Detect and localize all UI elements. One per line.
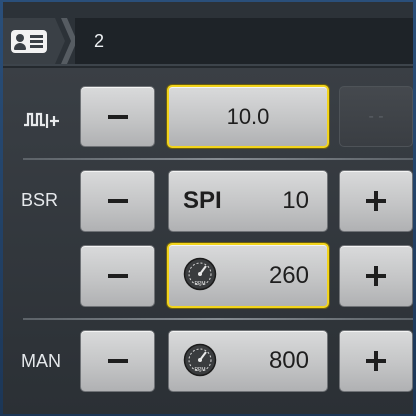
breadcrumb-home[interactable] <box>3 18 65 64</box>
settings-panel: 10.0 - - BSR SPI 10 RPM 260 MAN RPM 800 <box>3 68 413 414</box>
pulse-value: 10.0 <box>226 103 270 129</box>
bsr-spi-field[interactable]: SPI 10 <box>168 170 328 232</box>
svg-text:RPM: RPM <box>194 281 205 287</box>
screen: 2 10.0 - - BSR SPI 10 RPM 260 MAN RPM 80… <box>3 2 413 414</box>
minus-icon <box>107 359 128 363</box>
bsr-label: BSR <box>21 190 59 210</box>
header-divider <box>3 64 413 66</box>
pulse-value-field[interactable]: 10.0 <box>167 85 329 148</box>
minus-icon <box>107 114 128 119</box>
window-frame: 2 10.0 - - BSR SPI 10 RPM 260 MAN RPM 80… <box>0 0 416 416</box>
spi-value: 10 <box>282 187 309 214</box>
minus-icon <box>107 199 128 203</box>
bsr-rpm-field[interactable]: RPM 260 <box>167 243 329 308</box>
man-label: MAN <box>21 351 61 371</box>
spi-label: SPI <box>183 187 222 214</box>
breadcrumb-current: 2 <box>94 31 105 51</box>
man-value: 800 <box>268 347 309 374</box>
bsr-spi-plus-button[interactable] <box>339 170 413 232</box>
man-rpm-field[interactable]: RPM 800 <box>168 330 328 392</box>
minus-icon <box>107 274 128 278</box>
pulse-plus-button-disabled: - - <box>339 86 413 147</box>
rpm-gauge-icon: RPM <box>183 343 217 377</box>
man-plus-button[interactable] <box>339 330 413 392</box>
row-divider <box>23 318 413 320</box>
breadcrumb[interactable]: 2 <box>75 18 413 64</box>
disabled-placeholder: - - <box>368 107 384 125</box>
man-minus-button[interactable] <box>80 330 155 392</box>
pulse-wave-icon <box>24 112 59 128</box>
row-divider <box>23 158 413 160</box>
header-bar: 2 <box>3 2 413 66</box>
bsr-rpm-plus-button[interactable] <box>339 245 413 307</box>
bsr-spi-minus-button[interactable] <box>80 170 155 232</box>
pulse-minus-button[interactable] <box>80 86 155 147</box>
rpm-gauge-icon: RPM <box>183 257 217 291</box>
bsr-rpm-minus-button[interactable] <box>80 245 155 307</box>
rpm-value: 260 <box>268 261 309 289</box>
id-card-icon <box>11 30 47 53</box>
svg-text:RPM: RPM <box>194 367 205 373</box>
